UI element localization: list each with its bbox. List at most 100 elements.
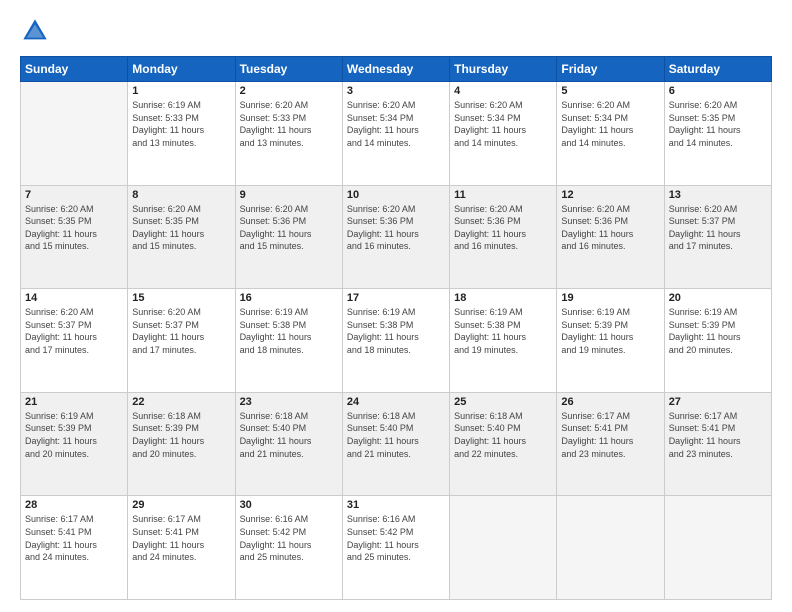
week-row-4: 21 Sunrise: 6:19 AM Sunset: 5:39 PM Dayli… [21,392,772,496]
day-info: Sunrise: 6:20 AM Sunset: 5:36 PM Dayligh… [454,203,552,253]
day-number: 4 [454,85,552,97]
day-number: 3 [347,85,445,97]
day-info: Sunrise: 6:20 AM Sunset: 5:35 PM Dayligh… [669,99,767,149]
col-header-wednesday: Wednesday [342,57,449,82]
day-info: Sunrise: 6:19 AM Sunset: 5:39 PM Dayligh… [25,410,123,460]
calendar-cell: 1 Sunrise: 6:19 AM Sunset: 5:33 PM Daylig… [128,82,235,186]
page: SundayMondayTuesdayWednesdayThursdayFrid… [0,0,792,612]
day-info: Sunrise: 6:20 AM Sunset: 5:36 PM Dayligh… [347,203,445,253]
calendar-header-row: SundayMondayTuesdayWednesdayThursdayFrid… [21,57,772,82]
day-number: 16 [240,292,338,304]
day-info: Sunrise: 6:20 AM Sunset: 5:33 PM Dayligh… [240,99,338,149]
day-number: 17 [347,292,445,304]
day-number: 8 [132,189,230,201]
calendar-cell: 10 Sunrise: 6:20 AM Sunset: 5:36 PM Dayli… [342,185,449,289]
day-number: 9 [240,189,338,201]
day-info: Sunrise: 6:18 AM Sunset: 5:39 PM Dayligh… [132,410,230,460]
calendar-cell: 29Sunrise: 6:17 AM Sunset: 5:41 PM Dayli… [128,496,235,600]
day-number: 18 [454,292,552,304]
day-info: Sunrise: 6:18 AM Sunset: 5:40 PM Dayligh… [454,410,552,460]
calendar-cell: 4 Sunrise: 6:20 AM Sunset: 5:34 PM Daylig… [450,82,557,186]
day-info: Sunrise: 6:17 AM Sunset: 5:41 PM Dayligh… [669,410,767,460]
calendar-cell: 16 Sunrise: 6:19 AM Sunset: 5:38 PM Dayli… [235,289,342,393]
calendar-table: SundayMondayTuesdayWednesdayThursdayFrid… [20,56,772,600]
day-number: 21 [25,396,123,408]
calendar-cell [557,496,664,600]
col-header-thursday: Thursday [450,57,557,82]
calendar-cell [450,496,557,600]
day-info: Sunrise: 6:19 AM Sunset: 5:38 PM Dayligh… [454,306,552,356]
day-info: Sunrise: 6:20 AM Sunset: 5:34 PM Dayligh… [347,99,445,149]
calendar-cell: 7 Sunrise: 6:20 AM Sunset: 5:35 PM Daylig… [21,185,128,289]
day-info: Sunrise: 6:16 AM Sunset: 5:42 PM Dayligh… [347,513,445,563]
calendar-cell: 26Sunrise: 6:17 AM Sunset: 5:41 PM Dayli… [557,392,664,496]
day-number: 13 [669,189,767,201]
calendar-cell [21,82,128,186]
calendar-cell: 6 Sunrise: 6:20 AM Sunset: 5:35 PM Daylig… [664,82,771,186]
col-header-tuesday: Tuesday [235,57,342,82]
day-info: Sunrise: 6:19 AM Sunset: 5:33 PM Dayligh… [132,99,230,149]
day-number: 10 [347,189,445,201]
week-row-3: 14 Sunrise: 6:20 AM Sunset: 5:37 PM Dayli… [21,289,772,393]
day-info: Sunrise: 6:17 AM Sunset: 5:41 PM Dayligh… [25,513,123,563]
col-header-friday: Friday [557,57,664,82]
day-number: 1 [132,85,230,97]
day-number: 31 [347,499,445,511]
day-number: 11 [454,189,552,201]
day-info: Sunrise: 6:17 AM Sunset: 5:41 PM Dayligh… [561,410,659,460]
calendar-cell: 20Sunrise: 6:19 AM Sunset: 5:39 PM Dayli… [664,289,771,393]
day-number: 7 [25,189,123,201]
calendar-cell [664,496,771,600]
calendar-cell: 15Sunrise: 6:20 AM Sunset: 5:37 PM Dayli… [128,289,235,393]
day-number: 25 [454,396,552,408]
day-info: Sunrise: 6:20 AM Sunset: 5:35 PM Dayligh… [25,203,123,253]
day-number: 19 [561,292,659,304]
day-info: Sunrise: 6:18 AM Sunset: 5:40 PM Dayligh… [240,410,338,460]
logo [20,16,54,46]
calendar-cell: 17Sunrise: 6:19 AM Sunset: 5:38 PM Dayli… [342,289,449,393]
day-number: 6 [669,85,767,97]
day-info: Sunrise: 6:20 AM Sunset: 5:35 PM Dayligh… [132,203,230,253]
week-row-2: 7 Sunrise: 6:20 AM Sunset: 5:35 PM Daylig… [21,185,772,289]
day-info: Sunrise: 6:18 AM Sunset: 5:40 PM Dayligh… [347,410,445,460]
calendar-cell: 23Sunrise: 6:18 AM Sunset: 5:40 PM Dayli… [235,392,342,496]
day-number: 14 [25,292,123,304]
day-number: 22 [132,396,230,408]
calendar-cell: 18 Sunrise: 6:19 AM Sunset: 5:38 PM Dayli… [450,289,557,393]
col-header-monday: Monday [128,57,235,82]
day-number: 2 [240,85,338,97]
calendar-cell: 9Sunrise: 6:20 AM Sunset: 5:36 PM Daylig… [235,185,342,289]
calendar-cell: 3 Sunrise: 6:20 AM Sunset: 5:34 PM Daylig… [342,82,449,186]
calendar-cell: 19 Sunrise: 6:19 AM Sunset: 5:39 PM Dayli… [557,289,664,393]
day-info: Sunrise: 6:20 AM Sunset: 5:36 PM Dayligh… [561,203,659,253]
day-info: Sunrise: 6:20 AM Sunset: 5:37 PM Dayligh… [132,306,230,356]
calendar-cell: 5 Sunrise: 6:20 AM Sunset: 5:34 PM Daylig… [557,82,664,186]
header [20,16,772,46]
day-number: 5 [561,85,659,97]
day-info: Sunrise: 6:19 AM Sunset: 5:38 PM Dayligh… [240,306,338,356]
day-info: Sunrise: 6:20 AM Sunset: 5:37 PM Dayligh… [25,306,123,356]
col-header-sunday: Sunday [21,57,128,82]
day-info: Sunrise: 6:20 AM Sunset: 5:37 PM Dayligh… [669,203,767,253]
day-number: 28 [25,499,123,511]
calendar-cell: 24 Sunrise: 6:18 AM Sunset: 5:40 PM Dayli… [342,392,449,496]
day-info: Sunrise: 6:20 AM Sunset: 5:34 PM Dayligh… [454,99,552,149]
day-number: 27 [669,396,767,408]
calendar-cell: 25 Sunrise: 6:18 AM Sunset: 5:40 PM Dayli… [450,392,557,496]
day-info: Sunrise: 6:17 AM Sunset: 5:41 PM Dayligh… [132,513,230,563]
day-info: Sunrise: 6:16 AM Sunset: 5:42 PM Dayligh… [240,513,338,563]
day-info: Sunrise: 6:19 AM Sunset: 5:39 PM Dayligh… [561,306,659,356]
week-row-5: 28 Sunrise: 6:17 AM Sunset: 5:41 PM Dayli… [21,496,772,600]
logo-icon [20,16,50,46]
calendar-cell: 21 Sunrise: 6:19 AM Sunset: 5:39 PM Dayli… [21,392,128,496]
day-info: Sunrise: 6:20 AM Sunset: 5:34 PM Dayligh… [561,99,659,149]
calendar-cell: 27 Sunrise: 6:17 AM Sunset: 5:41 PM Dayli… [664,392,771,496]
calendar-cell: 13 Sunrise: 6:20 AM Sunset: 5:37 PM Dayli… [664,185,771,289]
day-info: Sunrise: 6:19 AM Sunset: 5:39 PM Dayligh… [669,306,767,356]
week-row-1: 1 Sunrise: 6:19 AM Sunset: 5:33 PM Daylig… [21,82,772,186]
calendar-cell: 14 Sunrise: 6:20 AM Sunset: 5:37 PM Dayli… [21,289,128,393]
calendar-cell: 11 Sunrise: 6:20 AM Sunset: 5:36 PM Dayli… [450,185,557,289]
day-number: 24 [347,396,445,408]
calendar-cell: 28 Sunrise: 6:17 AM Sunset: 5:41 PM Dayli… [21,496,128,600]
calendar-cell: 2 Sunrise: 6:20 AM Sunset: 5:33 PM Daylig… [235,82,342,186]
